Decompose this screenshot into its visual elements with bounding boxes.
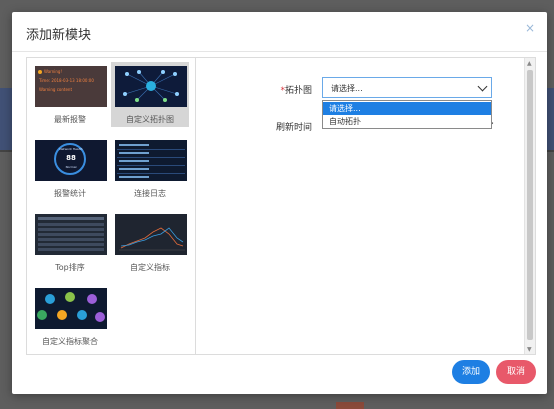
cancel-button[interactable]: 取消 xyxy=(496,360,536,384)
scroll-thumb[interactable] xyxy=(527,70,533,340)
thumb-text: Time: 2018-03-13 18:00:00 xyxy=(39,78,94,83)
thumb-text: Warning content xyxy=(39,87,73,92)
option-please-select[interactable]: 请选择... xyxy=(323,102,491,115)
dialog-body: Warning! Time: 2018-03-13 18:00:00 Warni… xyxy=(26,57,536,355)
module-label: 最新报警 xyxy=(54,115,86,124)
gauge-title: Network Health xyxy=(59,147,83,151)
latest-alarm-thumbnail: Warning! Time: 2018-03-13 18:00:00 Warni… xyxy=(35,66,107,107)
scroll-up-icon[interactable]: ▲ xyxy=(527,60,532,67)
close-icon[interactable]: × xyxy=(525,21,535,35)
module-label: 报警统计 xyxy=(54,189,86,198)
module-card-custom-metric[interactable]: 自定义指标 xyxy=(111,210,189,275)
module-label: 自定义拓扑图 xyxy=(126,115,174,124)
topology-select-value: 请选择... xyxy=(331,84,363,93)
line-chart-graphic xyxy=(119,227,185,251)
top-ranking-thumbnail xyxy=(35,214,107,255)
header-divider xyxy=(12,51,547,52)
metric-aggregation-thumbnail xyxy=(35,288,107,329)
module-card-top-ranking[interactable]: Top排序 xyxy=(31,210,109,275)
scroll-down-icon[interactable]: ▼ xyxy=(527,346,532,353)
add-module-dialog: 添加新模块 × Warning! Time: 2018-03-13 18:00:… xyxy=(12,12,547,394)
topology-select[interactable]: 请选择... xyxy=(322,77,492,98)
topology-graphic xyxy=(123,70,179,102)
module-label: Top排序 xyxy=(55,263,85,272)
module-card-connection-log[interactable]: 连接日志 xyxy=(111,136,189,201)
module-card-latest-alarm[interactable]: Warning! Time: 2018-03-13 18:00:00 Warni… xyxy=(31,62,109,127)
topology-thumbnail xyxy=(115,66,187,107)
dialog-title: 添加新模块 xyxy=(26,28,92,43)
module-settings-panel: *拓扑图 刷新时间 请选择... 请选择... 自动拓扑 ▲ ▼ xyxy=(196,58,535,354)
topology-options-dropdown: 请选择... 自动拓扑 xyxy=(322,100,492,129)
settings-scrollbar[interactable]: ▲ ▼ xyxy=(524,58,535,354)
module-card-alarm-stats[interactable]: Network Health 88 Normal 报警统计 xyxy=(31,136,109,201)
refresh-time-label: 刷新时间 xyxy=(275,123,312,133)
module-card-custom-topology[interactable]: 自定义拓扑图 xyxy=(111,62,189,127)
alarm-stats-thumbnail: Network Health 88 Normal xyxy=(35,140,107,181)
custom-metric-thumbnail xyxy=(115,214,187,255)
background-element xyxy=(336,402,364,409)
module-label: 自定义指标 xyxy=(130,263,170,272)
topology-label: *拓扑图 xyxy=(252,83,312,96)
topology-label-text: 拓扑图 xyxy=(284,86,312,96)
chevron-down-icon xyxy=(477,81,488,92)
option-auto-topology[interactable]: 自动拓扑 xyxy=(323,115,491,128)
module-label: 自定义指标聚合 xyxy=(42,337,98,346)
module-card-custom-metric-aggregation[interactable]: 自定义指标聚合 xyxy=(31,284,109,349)
thumb-text: Warning! xyxy=(44,69,63,74)
gauge-caption: Normal xyxy=(65,165,77,169)
gauge-value: 88 xyxy=(66,154,76,162)
add-button[interactable]: 添加 xyxy=(452,360,490,384)
connection-log-thumbnail xyxy=(115,140,187,181)
warning-dot-icon xyxy=(38,70,42,74)
module-label: 连接日志 xyxy=(134,189,166,198)
module-list: Warning! Time: 2018-03-13 18:00:00 Warni… xyxy=(27,58,196,354)
